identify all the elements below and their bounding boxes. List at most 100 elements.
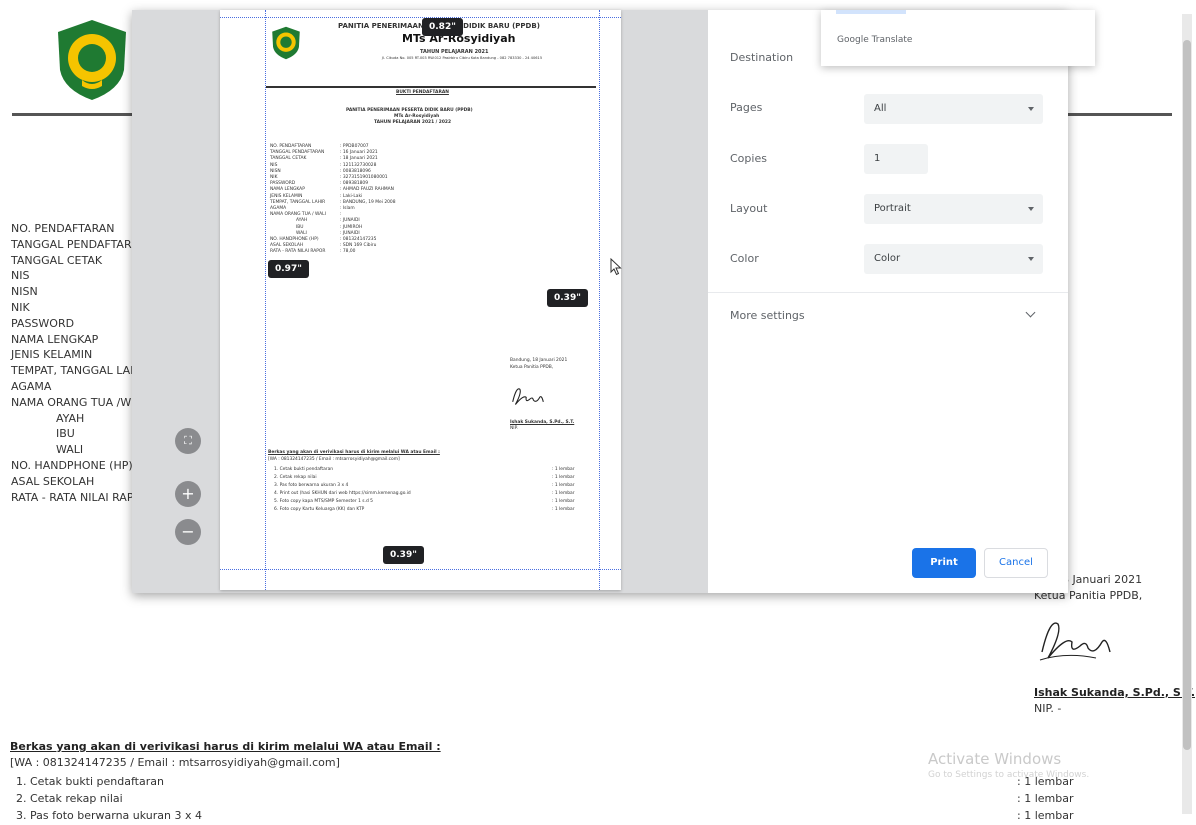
preview-field-values: : PPDB07007: 16 Januari 2021: 18 Januari… [340, 144, 396, 256]
preview-rule [266, 86, 596, 88]
label-row: TEMPAT, TANGGAL LAH [11, 364, 139, 378]
preview-signature-image [510, 382, 546, 410]
preview-berkas-contact: [WA : 081324147235 / Email : mtsarrosyid… [268, 457, 400, 462]
label-row: WALI [56, 443, 84, 457]
preview-berkas-qty: : 1 lembar [552, 507, 575, 512]
pages-value: All [874, 103, 887, 114]
margin-badge-right: 0.39" [547, 289, 588, 307]
preview-address: Jl. Cikuda No. 005 RT.003 RW.012 Pasirbi… [381, 56, 543, 60]
list-item-qty: : 1 lembar [1017, 792, 1074, 805]
preview-berkas-item: 1. Cetak bukti pendaftaran [274, 467, 334, 472]
label-row: AGAMA [11, 379, 52, 393]
color-select[interactable]: Color [864, 244, 1043, 274]
google-translate-option[interactable]: Google Translate [837, 35, 912, 45]
preview-berkas-item: 2. Cetak rekap nilai [274, 475, 317, 480]
print-preview-area: PANITIA PENERIMAAN PESERTA DIDIK BARU (P… [132, 10, 708, 593]
preview-field-label: RATA - RATA NILAI RAPOR [270, 249, 326, 255]
margin-guide-right[interactable] [599, 10, 600, 590]
preview-berkas-item: 5. Foto copy kapa MTS/SMP Semester 1 s.d… [274, 499, 373, 504]
preview-sign-nip: NIP. [510, 426, 518, 431]
preview-page: PANITIA PENERIMAAN PESERTA DIDIK BARU (P… [220, 10, 621, 590]
label-row: NO. HANDPHONE (HP) [11, 458, 133, 472]
label-row: NISN [11, 285, 38, 299]
margin-badge-left: 0.97" [268, 260, 309, 278]
page-scrollbar-thumb[interactable] [1183, 40, 1191, 750]
list-item: 2. Cetak rekap nilai [16, 792, 123, 805]
copies-label: Copies [730, 152, 767, 165]
preview-berkas-qty: : 1 lembar [552, 475, 575, 480]
preview-subtitle-3: TAHUN PELAJARAN 2021 / 2022 [374, 120, 452, 125]
preview-field-value: : 78,00 [340, 249, 356, 255]
pages-select[interactable]: All [864, 94, 1043, 124]
list-item: 1. Cetak bukti pendaftaran [16, 775, 164, 788]
settings-divider [708, 292, 1068, 293]
print-dialog: PANITIA PENERIMAAN PESERTA DIDIK BARU (P… [132, 10, 1068, 593]
berkas-quantities: : 1 lembar : 1 lembar : 1 lembar [1017, 773, 1073, 824]
signatory-name: Ishak Sukanda, S.Pd., S.T. [1034, 686, 1196, 699]
label-row: NIS [11, 269, 30, 283]
preview-sign-place: Bandung, 18 Januari 2021 [510, 358, 568, 363]
berkas-contact: [WA : 081324147235 / Email : mtsarrosyid… [10, 756, 340, 769]
preview-year: TAHUN PELAJARAN 2021 [420, 49, 489, 55]
berkas-list: 1. Cetak bukti pendaftaran 2. Cetak reka… [16, 773, 202, 824]
pages-label: Pages [730, 101, 763, 114]
print-settings-panel: Destination Pages All Copies 1 Layout Po… [708, 10, 1068, 593]
signatory-nip: NIP. - [1034, 702, 1062, 715]
color-value: Color [874, 253, 901, 264]
label-row: NAMA ORANG TUA /W [11, 395, 132, 409]
fit-to-page-button[interactable]: ⛶ [175, 428, 201, 454]
preview-berkas-title: Berkas yang akan di verivikasi harus di … [268, 450, 440, 455]
layout-select[interactable]: Portrait [864, 194, 1043, 224]
layout-label: Layout [730, 202, 768, 215]
zoom-out-button[interactable]: − [175, 519, 201, 545]
print-button[interactable]: Print [912, 548, 976, 578]
preview-field-labels: NO. PENDAFTARAN TANGGAL PENDAFTARAN TANGGA… [270, 144, 326, 256]
chevron-down-icon[interactable] [1025, 307, 1036, 318]
copies-input[interactable]: 1 [864, 144, 928, 174]
label-row: NO. PENDAFTARAN [11, 222, 115, 235]
preview-berkas-item: 6. Foto copy Kartu Keluarga (KK) dan KTP [274, 507, 365, 512]
chevron-down-icon [1028, 207, 1034, 211]
berkas-title: Berkas yang akan di verivikasi harus di … [10, 740, 441, 753]
preview-berkas-item: 4. Print out (hasi SKHUN dari web https:… [274, 491, 411, 496]
preview-berkas-items: 1. Cetak bukti pendaftaran 2. Cetak rekap… [274, 466, 411, 514]
signature-image [1036, 612, 1116, 666]
preview-sign-name: Ishak Sukanda, S.Pd., S.T. [510, 420, 575, 425]
label-row: AYAH [56, 411, 85, 425]
selected-destination-indicator [836, 10, 906, 14]
preview-sign-role: Ketua Panitia PPDB, [510, 365, 554, 370]
list-item-qty: : 1 lembar [1017, 809, 1074, 822]
preview-berkas-item: 3. Pas foto berwarna ukuran 3 x 4 [274, 483, 349, 488]
label-row: IBU [56, 427, 75, 441]
label-row: NAMA LENGKAP [11, 332, 99, 346]
label-row: ASAL SEKOLAH [11, 474, 95, 488]
layout-value: Portrait [874, 203, 911, 214]
preview-field-value: : AHMAD FAUZI RAHMAN [340, 187, 394, 193]
label-row: PASSWORD [11, 316, 75, 330]
preview-berkas-qty: : 1 lembar [552, 491, 575, 496]
destination-label: Destination [730, 51, 794, 64]
registration-labels: NO. PENDAFTARAN TANGGAL PENDAFTAR TANGGA… [11, 221, 138, 505]
preview-proof-title: BUKTI PENDAFTARAN [396, 90, 449, 95]
more-settings-toggle[interactable]: More settings [730, 309, 805, 322]
list-item: 3. Pas foto berwarna ukuran 3 x 4 [16, 809, 202, 822]
cancel-button[interactable]: Cancel [984, 548, 1048, 578]
preview-berkas-qty: : 1 lembar [552, 467, 575, 472]
school-logo [52, 18, 132, 102]
preview-berkas-qty: : 1 lembar [552, 499, 575, 504]
margin-guide-top[interactable] [220, 17, 621, 18]
preview-berkas-qty: : 1 lembar [552, 483, 575, 488]
margin-guide-left[interactable] [265, 10, 266, 590]
color-label: Color [730, 252, 759, 265]
zoom-in-button[interactable]: + [175, 481, 201, 507]
label-row: JENIS KELAMIN [11, 348, 93, 362]
margin-badge-top: 0.82" [422, 18, 463, 36]
mouse-cursor-icon [610, 257, 622, 280]
activate-windows-title: Activate Windows [928, 750, 1062, 768]
destination-dropdown-popup: Google Translate [821, 10, 1095, 66]
chevron-down-icon [1028, 257, 1034, 261]
margin-guide-bottom[interactable] [220, 569, 621, 570]
label-row: RATA - RATA NILAI RAP [11, 490, 134, 504]
margin-badge-bottom: 0.39" [383, 546, 424, 564]
preview-berkas-qty: : 1 lembar : 1 lembar : 1 lembar : 1 lembar… [552, 466, 575, 514]
